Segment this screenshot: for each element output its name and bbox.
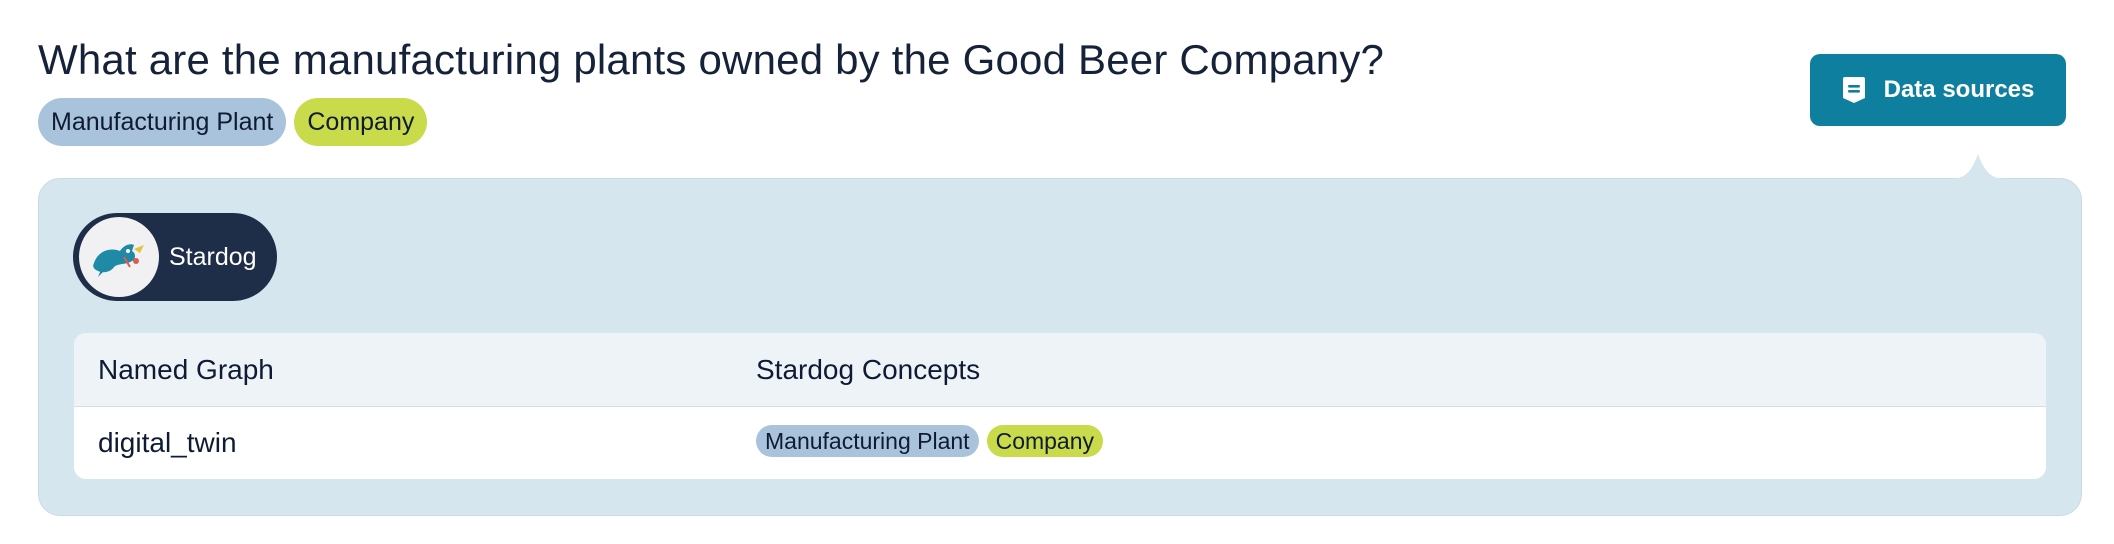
panel-pointer — [1948, 154, 2008, 182]
data-sources-panel: Stardog Named Graph Stardog Concepts dig… — [38, 178, 2082, 516]
source-label: Stardog — [169, 242, 257, 271]
named-graph-table: Named Graph Stardog Concepts digital_twi… — [74, 333, 2046, 479]
data-sources-label: Data sources — [1883, 76, 2035, 103]
question-tags: Manufacturing Plant Company — [38, 98, 1384, 146]
tag-manufacturing-plant: Manufacturing Plant — [38, 98, 287, 146]
document-icon — [1842, 77, 1865, 103]
concept-tag-company: Company — [986, 425, 1104, 457]
source-pill-stardog[interactable]: Stardog — [73, 213, 277, 301]
table-row: digital_twin Manufacturing Plant Company — [74, 407, 2046, 479]
header-named-graph: Named Graph — [98, 353, 274, 385]
cell-named-graph: digital_twin — [98, 427, 237, 458]
header-stardog-concepts: Stardog Concepts — [756, 353, 981, 385]
question-header: What are the manufacturing plants owned … — [38, 36, 1384, 146]
cell-concepts: Manufacturing Plant Company — [756, 425, 2046, 457]
tag-company: Company — [294, 98, 428, 146]
stardog-logo-icon — [79, 217, 159, 297]
table-header: Named Graph Stardog Concepts — [74, 333, 2046, 407]
data-sources-button[interactable]: Data sources — [1810, 54, 2066, 126]
question-title: What are the manufacturing plants owned … — [38, 36, 1385, 83]
concept-tag-manufacturing-plant: Manufacturing Plant — [756, 425, 979, 457]
